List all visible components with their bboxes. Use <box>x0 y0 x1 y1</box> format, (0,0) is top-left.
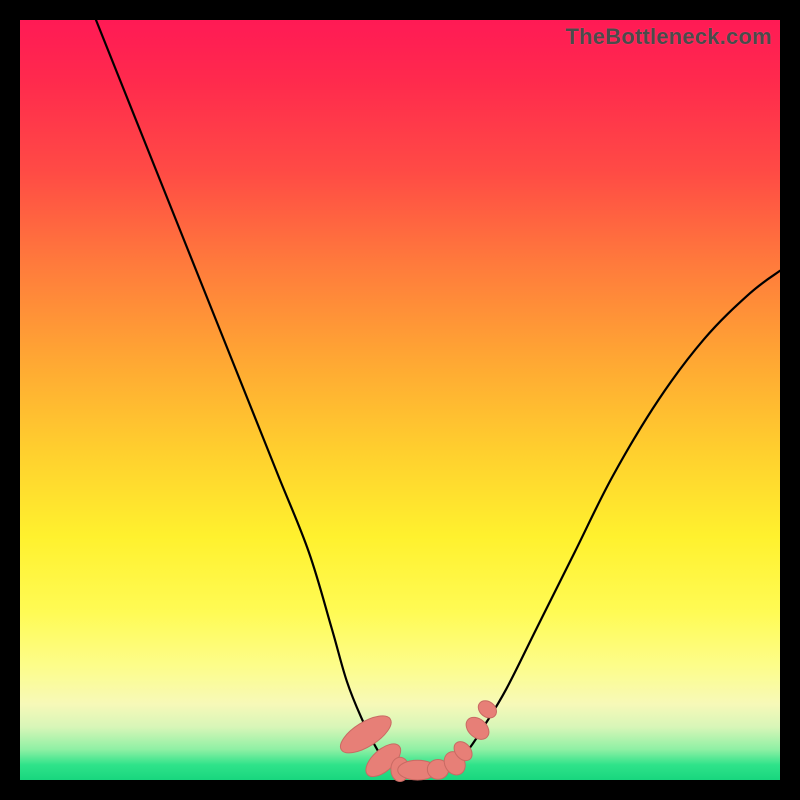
right-branch-curve <box>453 271 780 765</box>
marker-lozenge <box>475 697 500 721</box>
left-branch-curve <box>96 20 389 765</box>
chart-frame: TheBottleneck.com <box>20 20 780 780</box>
curve-layer <box>20 20 780 780</box>
